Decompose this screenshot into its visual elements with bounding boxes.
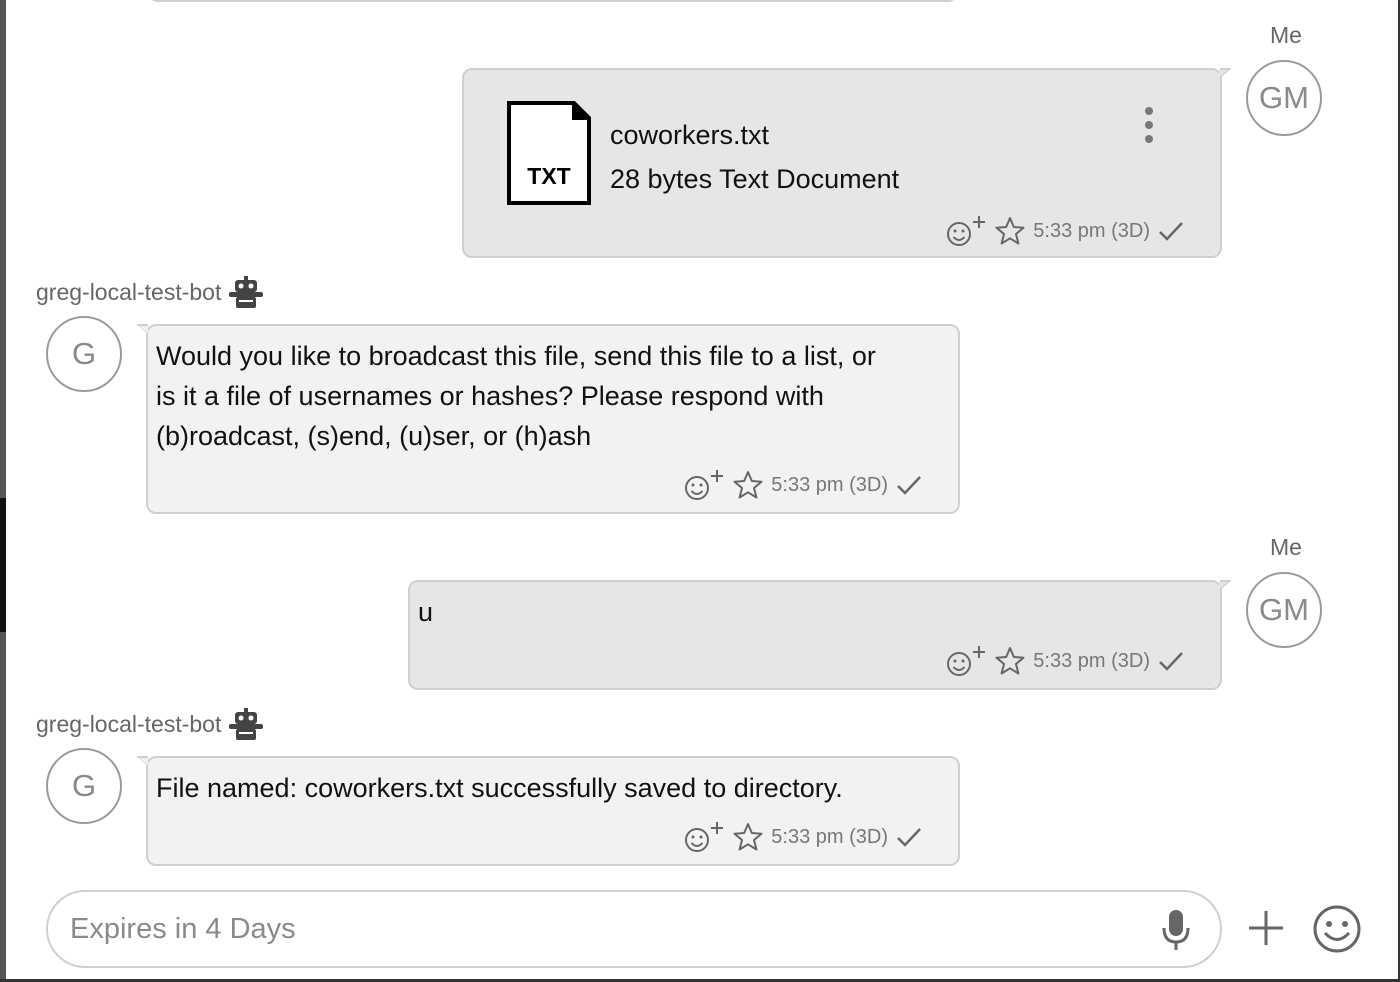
add-reaction-icon[interactable] (945, 644, 987, 678)
star-icon[interactable] (995, 216, 1025, 246)
message-line: is it a file of usernames or hashes? Ple… (156, 381, 824, 411)
message-time: 5:33 pm (3D) (771, 473, 888, 496)
bot-message-bubble[interactable]: File named: coworkers.txt successfully s… (136, 756, 960, 866)
window-left-edge-dark (0, 498, 6, 632)
bubble-tail (1219, 68, 1232, 78)
checkmark-icon (1159, 652, 1183, 671)
message-text: File named: coworkers.txt successfully s… (156, 768, 843, 808)
window-left-edge (0, 0, 6, 982)
star-icon[interactable] (733, 470, 763, 500)
message-line: File named: coworkers.txt successfully s… (156, 773, 843, 803)
message-time: 5:33 pm (3D) (1033, 649, 1150, 672)
previous-message-bubble-edge (148, 0, 958, 2)
avatar[interactable]: G (46, 316, 122, 392)
txt-file-icon[interactable]: TXT (506, 100, 592, 206)
message-line: u (418, 597, 434, 627)
message-line: (b)roadcast, (s)end, (u)ser, or (h)ash (156, 421, 592, 451)
sender-name: Me (1270, 534, 1302, 560)
add-reaction-icon[interactable] (683, 468, 725, 502)
bot-message-bubble[interactable]: Would you like to broadcast this file, s… (136, 324, 960, 514)
checkmark-icon (897, 828, 921, 847)
avatar[interactable]: GM (1246, 572, 1322, 648)
sender-name: Me (1270, 22, 1302, 48)
sender-name: greg-local-test-bot (36, 278, 222, 305)
bubble-tail (136, 756, 148, 766)
sender-name: greg-local-test-bot (36, 710, 222, 737)
robot-icon (229, 708, 264, 740)
robot-icon (229, 276, 264, 308)
add-reaction-icon[interactable] (683, 820, 725, 854)
emoji-icon[interactable] (1312, 904, 1362, 954)
file-name[interactable]: coworkers.txt (610, 120, 769, 151)
file-info: 28 bytes Text Document (610, 164, 900, 194)
message-meta: 5:33 pm (3D) (945, 214, 1184, 248)
microphone-icon[interactable] (1160, 908, 1192, 952)
add-reaction-icon[interactable] (945, 214, 987, 248)
kebab-menu-icon[interactable] (1142, 106, 1156, 146)
checkmark-icon (897, 476, 921, 495)
message-text: Would you like to broadcast this file, s… (156, 336, 876, 456)
bot-sender-label: greg-local-test-bot (36, 276, 265, 308)
bubble-tail (136, 324, 148, 334)
message-meta: 5:33 pm (3D) (945, 644, 1184, 678)
my-message-bubble[interactable]: u 5:33 pm (3D) (408, 580, 1232, 690)
file-message-bubble[interactable]: TXT coworkers.txt 28 bytes Text Document… (462, 68, 1232, 258)
bubble-tail (1219, 580, 1232, 590)
file-type-label: TXT (527, 163, 570, 189)
message-meta: 5:33 pm (3D) (683, 468, 922, 502)
bot-sender-label: greg-local-test-bot (36, 708, 265, 740)
message-input[interactable] (70, 906, 1150, 952)
avatar[interactable]: G (46, 748, 122, 824)
message-composer (46, 890, 1222, 968)
star-icon[interactable] (733, 822, 763, 852)
checkmark-icon (1159, 222, 1183, 241)
message-text: u (418, 592, 433, 632)
plus-icon[interactable] (1246, 908, 1286, 948)
star-icon[interactable] (995, 646, 1025, 676)
message-meta: 5:33 pm (3D) (683, 820, 922, 854)
message-time: 5:33 pm (3D) (1033, 219, 1150, 242)
message-time: 5:33 pm (3D) (771, 825, 888, 848)
avatar[interactable]: GM (1246, 60, 1322, 136)
message-line: Would you like to broadcast this file, s… (156, 341, 876, 371)
